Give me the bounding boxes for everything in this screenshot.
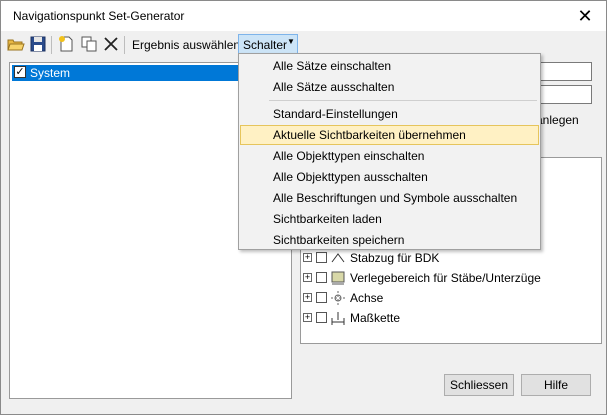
menu-item-label: Alle Sätze ausschalten: [273, 80, 395, 94]
chevron-down-icon: ▼: [287, 37, 295, 46]
menu-item-save-visibility[interactable]: Sichtbarkeiten speichern: [240, 230, 539, 250]
menu-item-label: Alle Beschriftungen und Symbole ausschal…: [273, 191, 518, 205]
menu-item-disable-all-labels-symbols[interactable]: Alle Beschriftungen und Symbole ausschal…: [240, 188, 539, 208]
menu-item-label: Alle Objekttypen einschalten: [273, 149, 425, 163]
axis-icon: [331, 291, 345, 305]
checkbox-unchecked-icon[interactable]: [316, 272, 327, 283]
open-folder-icon[interactable]: [7, 35, 25, 53]
expand-icon[interactable]: +: [303, 253, 312, 262]
menu-item-load-visibility[interactable]: Sichtbarkeiten laden: [240, 209, 539, 229]
menu-item-enable-all-object-types[interactable]: Alle Objekttypen einschalten: [240, 146, 539, 166]
menu-item-label: Sichtbarkeiten laden: [273, 212, 382, 226]
tree-item-label: Achse: [350, 291, 384, 305]
copy-icon[interactable]: [80, 35, 98, 53]
tree-item-label: Maßkette: [350, 311, 401, 325]
save-icon[interactable]: [29, 35, 47, 53]
create-option-label: anlegen: [536, 113, 579, 127]
menu-item-enable-all-sets[interactable]: Alle Sätze einschalten: [240, 56, 539, 76]
set-generator-dialog: Navigationspunkt Set-Generator ✕ Ergebni…: [0, 0, 607, 415]
close-button[interactable]: Schliessen: [444, 374, 514, 396]
menu-item-label: Alle Objekttypen ausschalten: [273, 170, 428, 184]
menu-item-default-settings[interactable]: Standard-Einstellungen: [240, 104, 539, 124]
menu-separator: [269, 100, 537, 101]
checkbox-unchecked-icon[interactable]: [316, 312, 327, 323]
close-icon[interactable]: ✕: [574, 5, 596, 27]
description-input[interactable]: [535, 85, 592, 104]
menu-item-label: Alle Sätze einschalten: [273, 59, 392, 73]
menu-item-disable-all-sets[interactable]: Alle Sätze ausschalten: [240, 77, 539, 97]
checkbox-unchecked-icon[interactable]: [316, 292, 327, 303]
schalter-label: Schalter: [243, 38, 288, 52]
placement-area-icon: [331, 271, 345, 285]
expand-icon[interactable]: +: [303, 313, 312, 322]
expand-icon[interactable]: +: [303, 293, 312, 302]
delete-icon[interactable]: [102, 35, 120, 53]
menu-item-apply-current-visibility[interactable]: Aktuelle Sichtbarkeiten übernehmen: [240, 125, 539, 145]
dimension-chain-icon: [331, 312, 345, 325]
help-button[interactable]: Hilfe: [521, 374, 591, 396]
checkbox-checked-icon[interactable]: ✓: [14, 66, 26, 78]
toolbar-separator: [51, 36, 52, 54]
menu-item-disable-all-object-types[interactable]: Alle Objekttypen ausschalten: [240, 167, 539, 187]
expand-icon[interactable]: +: [303, 273, 312, 282]
schalter-dropdown-button[interactable]: Schalter ▼: [238, 34, 298, 55]
menu-item-label: Standard-Einstellungen: [273, 107, 398, 121]
new-document-icon[interactable]: [57, 35, 75, 53]
menu-item-label: Aktuelle Sichtbarkeiten übernehmen: [273, 128, 466, 142]
name-input[interactable]: [535, 62, 592, 81]
tree-item-label: System: [30, 66, 71, 80]
schalter-menu: Alle Sätze einschalten Alle Sätze aussch…: [238, 53, 541, 250]
tree-item-label: Verlegebereich für Stäbe/Unterzüge: [350, 271, 541, 285]
menu-item-label: Sichtbarkeiten speichern: [273, 233, 405, 247]
select-result-button[interactable]: Ergebnis auswählen: [132, 38, 240, 52]
rebar-chain-icon: [331, 253, 345, 263]
title-bar: Navigationspunkt Set-Generator ✕: [1, 1, 606, 31]
window-title: Navigationspunkt Set-Generator: [13, 9, 185, 23]
checkbox-unchecked-icon[interactable]: [316, 252, 327, 263]
tree-item-label: Stabzug für BDK: [350, 251, 440, 265]
toolbar-separator: [124, 36, 125, 54]
